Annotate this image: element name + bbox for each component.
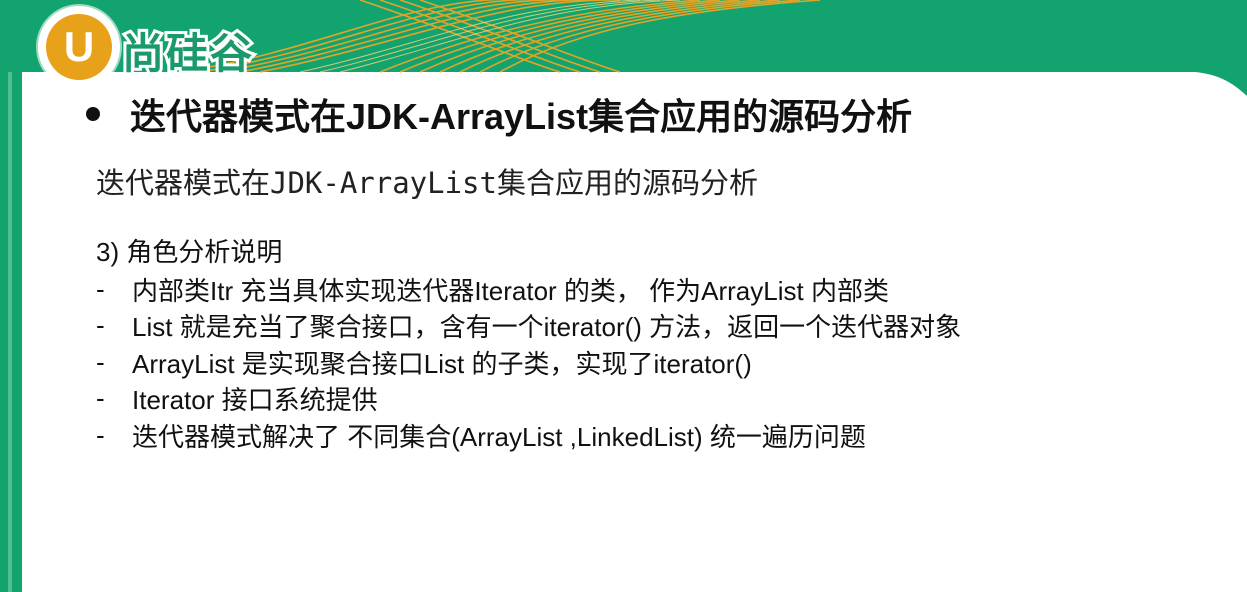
list-item: - List 就是充当了聚合接口，含有一个iterator() 方法，返回一个迭… <box>96 308 961 345</box>
list-item-text: Iterator 接口系统提供 <box>132 385 378 416</box>
list-item-text: 迭代器模式解决了 不同集合(ArrayList ,LinkedList) 统一遍… <box>132 421 866 452</box>
list-item: - 内部类Itr 充当具体实现迭代器Iterator 的类， 作为ArrayLi… <box>96 271 961 308</box>
section-heading: 3) 角色分析说明 <box>96 237 283 267</box>
list-marker: - <box>96 383 105 414</box>
list-marker: - <box>96 419 105 450</box>
brand-logo: U 尚硅谷 <box>38 6 338 88</box>
list-marker: - <box>96 273 105 304</box>
list-marker: - <box>96 310 105 341</box>
logo-wordmark: 尚硅谷 <box>119 26 255 81</box>
list-item-text: ArrayList 是实现聚合接口List 的子类，实现了iterator() <box>132 348 752 379</box>
list-item-text: List 就是充当了聚合接口，含有一个iterator() 方法，返回一个迭代器… <box>132 312 962 343</box>
role-analysis-list: - 内部类Itr 充当具体实现迭代器Iterator 的类， 作为ArrayLi… <box>96 271 961 454</box>
title-bullet <box>86 107 100 121</box>
slide-title-row: 迭代器模式在JDK-ArrayList集合应用的源码分析 <box>86 88 912 140</box>
list-item: - ArrayList 是实现聚合接口List 的子类，实现了iterator(… <box>96 344 961 381</box>
logo-badge-inner: U <box>46 14 112 80</box>
list-item-text: 内部类Itr 充当具体实现迭代器Iterator 的类， 作为ArrayList… <box>132 275 889 306</box>
list-marker: - <box>96 346 105 377</box>
logo-mark: U <box>63 23 95 70</box>
list-item: - 迭代器模式解决了 不同集合(ArrayList ,LinkedList) 统… <box>96 417 961 454</box>
list-item: - Iterator 接口系统提供 <box>96 381 961 418</box>
slide-subtitle: 迭代器模式在JDK-ArrayList集合应用的源码分析 <box>96 166 758 200</box>
logo-badge: U <box>38 6 120 88</box>
left-border-highlight <box>8 0 12 592</box>
slide-title: 迭代器模式在JDK-ArrayList集合应用的源码分析 <box>130 96 913 137</box>
